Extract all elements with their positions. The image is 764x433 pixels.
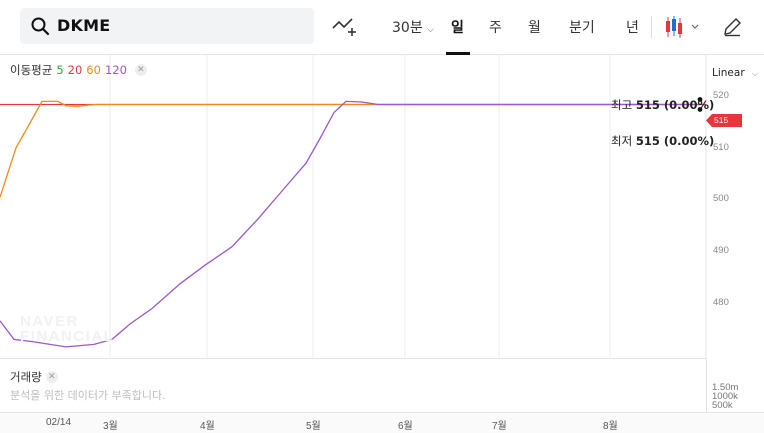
tab-period-quarter[interactable]: 분기 bbox=[569, 17, 595, 37]
symbol-search-value[interactable]: DKME bbox=[57, 16, 110, 35]
time-axis-label: 8월 bbox=[603, 421, 618, 432]
naver-financial-watermark: NAVER FINANCIAL bbox=[20, 314, 114, 344]
chart-toolbar: DKME 30분 ⌵ 일 주 월 분기 년 bbox=[0, 0, 764, 55]
time-axis-label: 02/14 bbox=[46, 417, 72, 428]
volume-axis-divider bbox=[706, 358, 707, 412]
time-axis-label: 6월 bbox=[398, 421, 413, 432]
ma-series-line-60 bbox=[0, 100, 700, 198]
low-price-label: 최저 515 (0.00%) bbox=[611, 133, 714, 149]
current-price-tag: 515 bbox=[706, 114, 742, 127]
watermark-line: FINANCIAL bbox=[20, 328, 115, 345]
search-icon bbox=[31, 17, 50, 36]
candlestick-chart-type-icon[interactable] bbox=[664, 14, 702, 40]
pencil-draw-icon[interactable] bbox=[722, 17, 742, 37]
remove-volume-close-icon[interactable]: ✕ bbox=[45, 371, 58, 383]
high-price-prefix: 최고 bbox=[611, 98, 633, 112]
price-axis-label: 480 bbox=[713, 297, 729, 308]
interval-dropdown[interactable]: 30분 ⌵ bbox=[392, 17, 434, 37]
tab-period-week[interactable]: 주 bbox=[489, 17, 502, 37]
time-axis[interactable]: 02/14 3월 4월 5월 6월 7월 8월 bbox=[0, 412, 764, 433]
price-axis-label: 510 bbox=[713, 142, 729, 153]
tab-period-month[interactable]: 월 bbox=[528, 17, 541, 37]
ma-series-line-120 bbox=[0, 100, 700, 348]
ma-period-5: 5 bbox=[56, 63, 64, 77]
volume-panel: 거래량 ✕ 분석을 위한 데이터가 부족합니다. bbox=[0, 358, 706, 412]
ma-period-120: 120 bbox=[104, 63, 127, 77]
chevron-down-icon: ⌵ bbox=[751, 69, 759, 78]
price-axis-label: 520 bbox=[713, 90, 729, 101]
scale-mode-dropdown[interactable]: Linear ⌵ bbox=[712, 67, 758, 79]
volume-axis-label: 500k bbox=[712, 400, 733, 411]
volume-title: 거래량 ✕ bbox=[10, 369, 58, 385]
indicator-add-icon[interactable] bbox=[331, 15, 357, 39]
moving-average-legend: 이동평균 5 20 60 120 ✕ bbox=[10, 62, 147, 78]
remove-ma-close-icon[interactable]: ✕ bbox=[134, 64, 147, 76]
watermark-line: NAVER bbox=[20, 313, 79, 330]
tab-period-year[interactable]: 년 bbox=[626, 17, 639, 37]
symbol-search-box[interactable]: DKME bbox=[20, 8, 314, 44]
moving-average-label: 이동평균 bbox=[10, 63, 53, 77]
time-axis-label: 7월 bbox=[492, 421, 507, 432]
volume-label: 거래량 bbox=[10, 370, 42, 384]
interval-label: 30분 bbox=[392, 20, 423, 36]
chevron-down-icon: ⌵ bbox=[427, 25, 434, 35]
toolbar-divider bbox=[651, 16, 652, 38]
low-price-value: 515 (0.00%) bbox=[635, 134, 715, 148]
ma-period-60: 60 bbox=[86, 63, 101, 77]
low-price-prefix: 최저 bbox=[611, 134, 633, 148]
price-axis-label: 500 bbox=[713, 193, 729, 204]
high-price-value: 515 (0.00%) bbox=[635, 98, 715, 112]
ma-period-20: 20 bbox=[67, 63, 83, 77]
tab-period-day[interactable]: 일 bbox=[451, 17, 464, 37]
price-axis-label: 490 bbox=[713, 245, 729, 256]
scale-mode-label: Linear bbox=[712, 67, 745, 79]
time-axis-label: 5월 bbox=[306, 421, 321, 432]
high-price-label: 최고 515 (0.00%) bbox=[611, 97, 714, 113]
volume-insufficient-data-message: 분석을 위한 데이터가 부족합니다. bbox=[10, 389, 166, 402]
time-axis-label: 4월 bbox=[200, 421, 215, 432]
time-axis-label: 3월 bbox=[103, 421, 118, 432]
